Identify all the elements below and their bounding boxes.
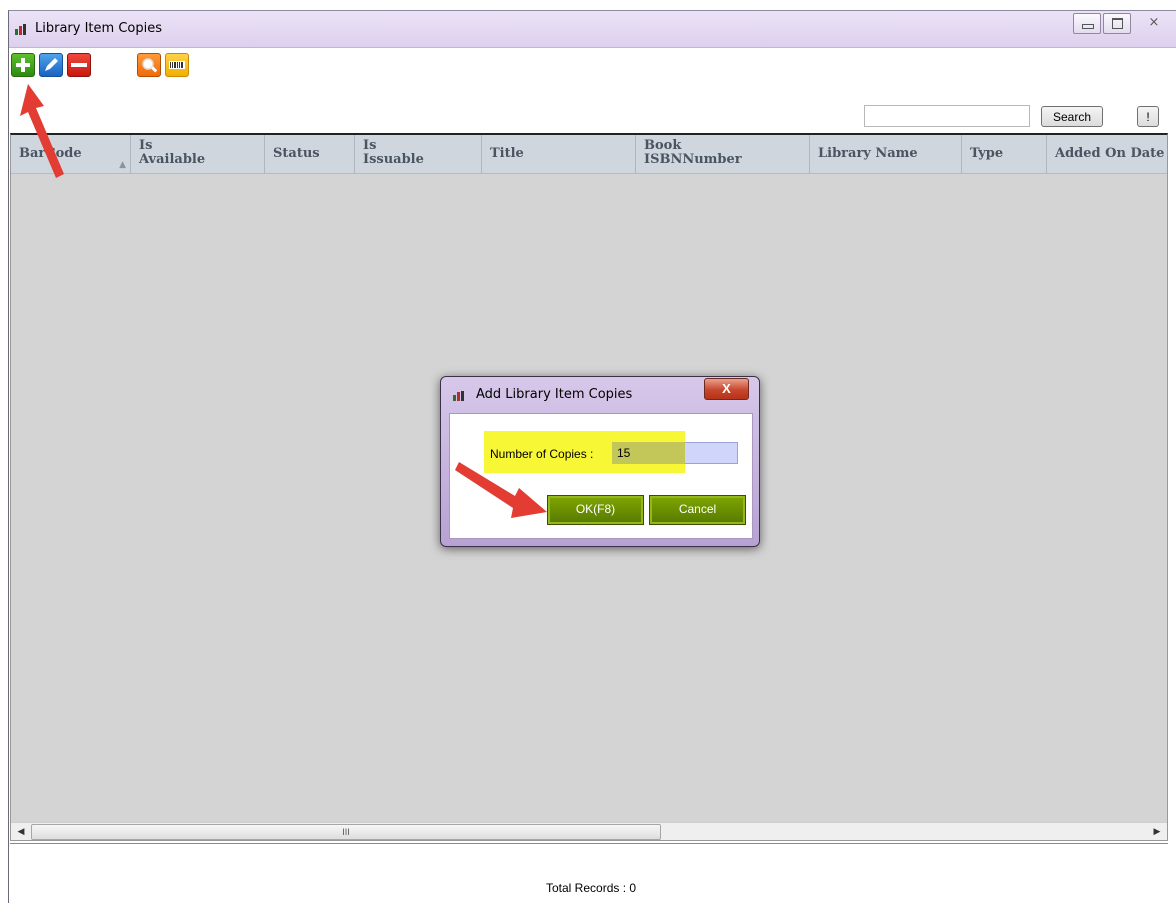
- sort-ascending-icon: ▲: [119, 160, 126, 170]
- plus-icon: [16, 58, 30, 72]
- column-label: Title: [490, 146, 524, 161]
- horizontal-scrollbar[interactable]: ◀ III ▶: [11, 822, 1167, 840]
- column-is-issuable[interactable]: Is Issuable: [355, 135, 482, 173]
- cancel-button[interactable]: Cancel: [649, 495, 746, 525]
- scroll-thumb[interactable]: III: [31, 824, 661, 840]
- column-label: Is Issuable: [363, 138, 424, 167]
- add-button[interactable]: [11, 53, 35, 77]
- column-isbn[interactable]: Book ISBNNumber: [636, 135, 810, 173]
- number-of-copies-input[interactable]: 15: [612, 442, 738, 464]
- dialog-title: Add Library Item Copies: [476, 387, 633, 402]
- total-records: Total Records : 0: [546, 881, 637, 895]
- column-label: Is Available: [139, 138, 206, 167]
- column-label: Type: [970, 146, 1004, 161]
- minimize-icon: [1082, 24, 1094, 29]
- title-bar: Library Item Copies ⨯: [9, 11, 1176, 48]
- close-icon: ⨯: [1148, 14, 1160, 29]
- maximize-button[interactable]: [1103, 13, 1131, 34]
- annotation-arrow-icon: [455, 462, 547, 518]
- column-label: Status: [273, 146, 320, 161]
- annotation-arrow-icon: [20, 84, 64, 178]
- number-of-copies-label: Number of Copies :: [490, 447, 594, 461]
- column-title[interactable]: Title: [482, 135, 636, 173]
- scroll-left-icon[interactable]: ◀: [13, 823, 29, 840]
- app-icon: [15, 24, 28, 35]
- column-type[interactable]: Type: [962, 135, 1047, 173]
- search-input[interactable]: [864, 105, 1030, 127]
- delete-button[interactable]: [67, 53, 91, 77]
- pencil-icon: [45, 58, 58, 71]
- column-added-on-date[interactable]: Added On Date: [1047, 135, 1167, 173]
- minimize-button[interactable]: [1073, 13, 1101, 34]
- advanced-search-button[interactable]: !: [1137, 106, 1159, 127]
- scroll-right-icon[interactable]: ▶: [1149, 823, 1165, 840]
- barcode-button[interactable]: [165, 53, 189, 77]
- dialog-close-button[interactable]: X: [704, 378, 749, 400]
- maximize-icon: [1112, 18, 1123, 29]
- status-footer: Total Records : 0: [10, 843, 1168, 895]
- barcode-icon: [169, 61, 185, 69]
- column-label: Added On Date: [1055, 146, 1165, 161]
- close-window-button[interactable]: ⨯: [1133, 13, 1175, 34]
- column-label: Library Name: [818, 146, 918, 161]
- column-label: Book ISBNNumber: [644, 138, 742, 167]
- column-status[interactable]: Status: [265, 135, 355, 173]
- magnifier-icon: [142, 58, 158, 73]
- edit-button[interactable]: [39, 53, 63, 77]
- ok-button[interactable]: OK(F8): [547, 495, 644, 525]
- window-title: Library Item Copies: [35, 21, 162, 36]
- search-button[interactable]: Search: [1041, 106, 1103, 127]
- column-is-available[interactable]: Is Available: [131, 135, 265, 173]
- toolbar: [9, 48, 1176, 90]
- minus-icon: [71, 63, 87, 67]
- dialog-app-icon: [453, 391, 465, 401]
- grid-header: BarCode ▲ Is Available Status Is Issuabl…: [11, 135, 1167, 174]
- find-button[interactable]: [137, 53, 161, 77]
- column-library-name[interactable]: Library Name: [810, 135, 962, 173]
